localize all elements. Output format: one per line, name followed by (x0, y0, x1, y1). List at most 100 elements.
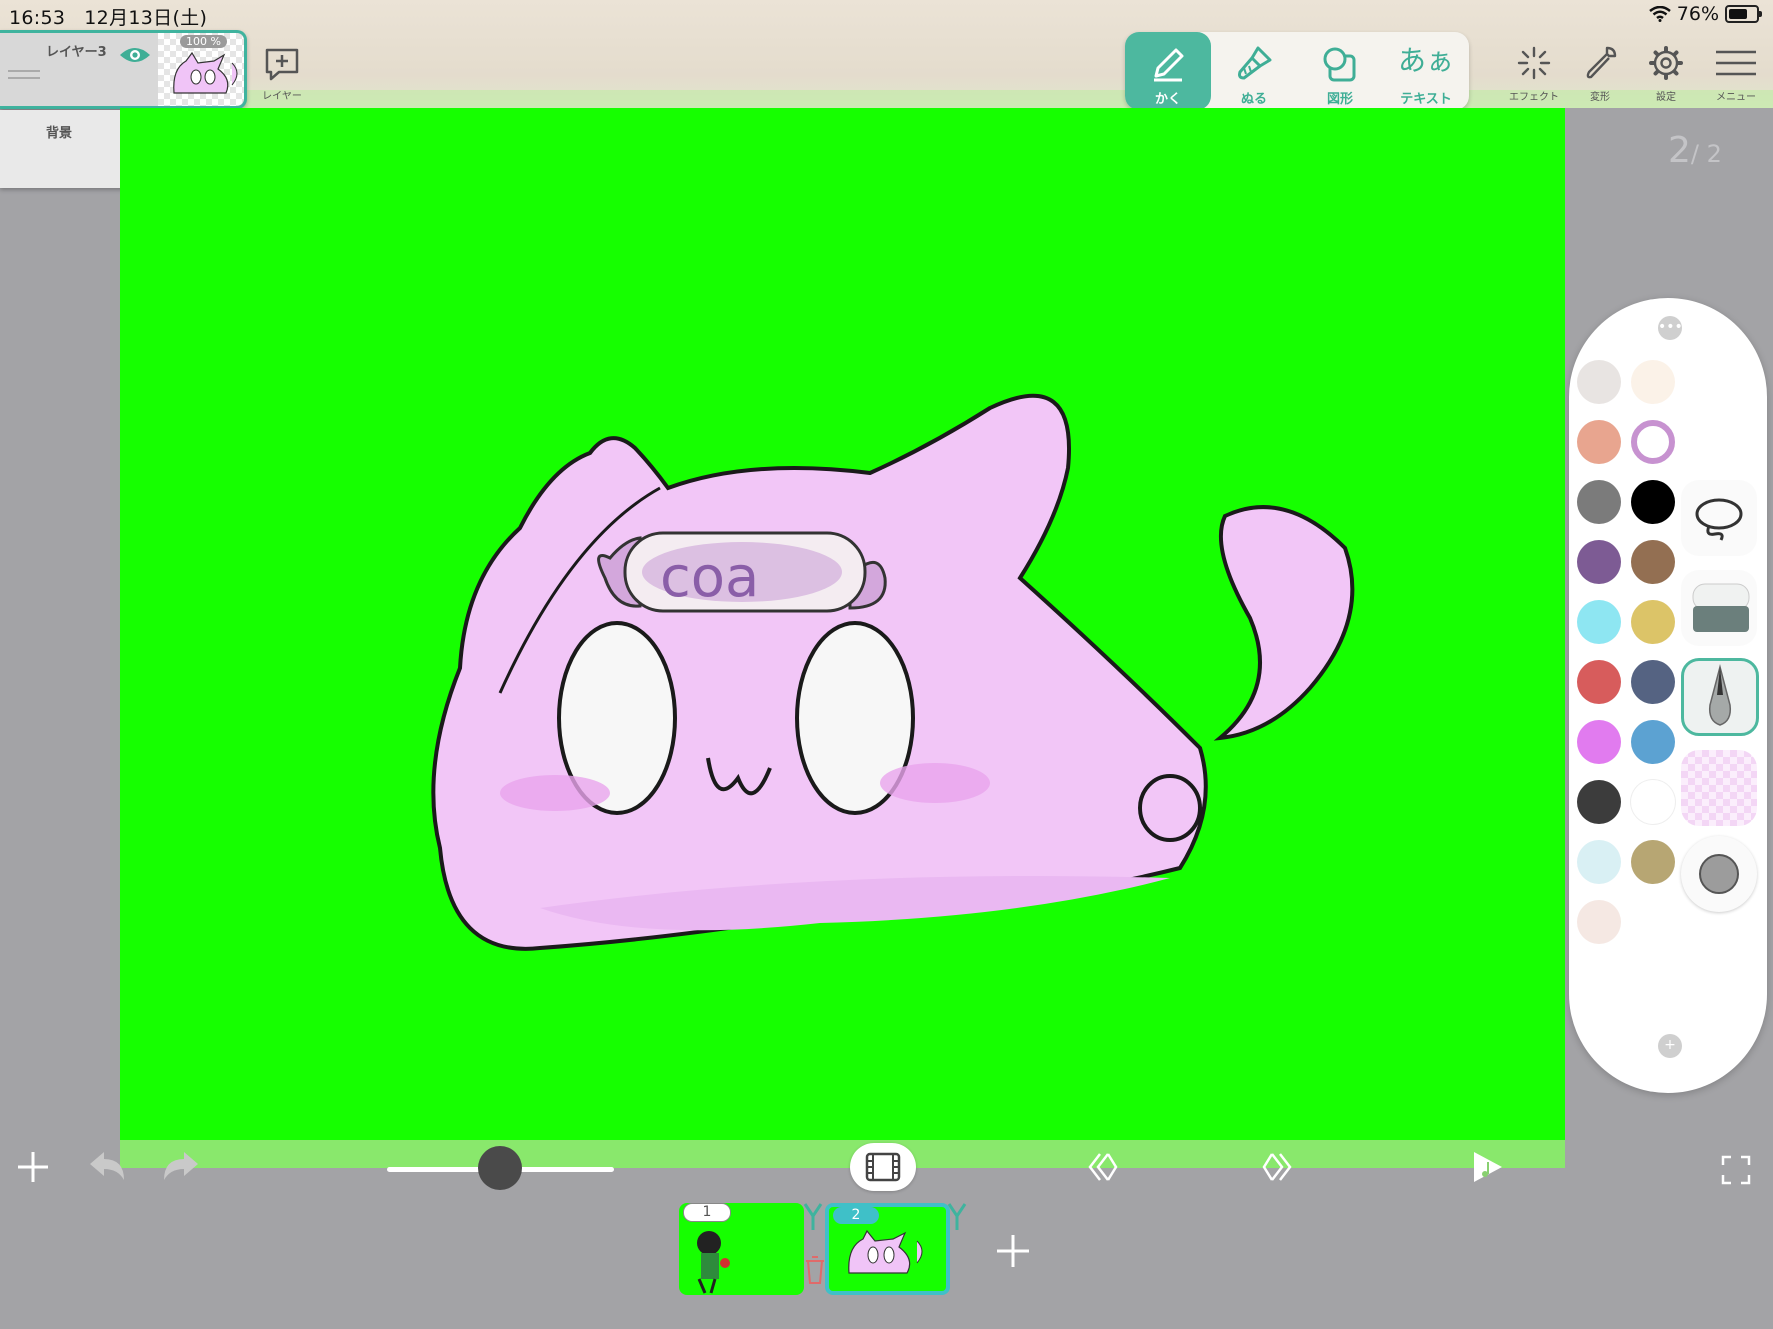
transform-label: 変形 (1590, 92, 1610, 103)
fullscreen-button[interactable] (1720, 1150, 1752, 1196)
page-total: 2 (1706, 140, 1722, 168)
zoom-slider-knob[interactable] (478, 1146, 522, 1190)
add-layer-button[interactable]: レイヤー (262, 46, 302, 102)
tool-shapes[interactable]: 図形 (1297, 32, 1383, 110)
brush-size-tool[interactable] (1681, 836, 1757, 912)
tool-draw[interactable]: かく (1125, 32, 1211, 110)
play-button[interactable] (1470, 1148, 1506, 1196)
color-swatch[interactable] (1577, 360, 1621, 404)
pencil-icon (1154, 48, 1184, 82)
gray-dot-icon (1699, 854, 1739, 894)
redo-button[interactable] (160, 1148, 202, 1196)
color-swatch[interactable] (1631, 600, 1675, 644)
add-button[interactable] (14, 1148, 52, 1196)
color-swatch[interactable] (1577, 900, 1621, 944)
frame-number: 1 (683, 1203, 731, 1222)
undo-button[interactable] (86, 1148, 128, 1196)
color-swatch[interactable] (1631, 720, 1675, 764)
color-swatch[interactable] (1577, 660, 1621, 704)
text-icon: あぁ (1397, 44, 1454, 77)
color-swatch[interactable] (1631, 540, 1675, 584)
plus-icon (997, 1235, 1029, 1267)
frame-marker-left (803, 1196, 823, 1242)
delete-frame-button[interactable] (803, 1250, 827, 1296)
transform-button[interactable]: 変形 (1570, 44, 1630, 103)
frame-thumbnail-2[interactable]: 2 (825, 1203, 950, 1295)
color-swatch[interactable] (1577, 420, 1621, 464)
add-frame-button[interactable] (993, 1228, 1033, 1282)
frame-marker-icon (947, 1203, 967, 1230)
eye-icon[interactable] (118, 45, 152, 65)
film-icon (865, 1152, 901, 1182)
status-date: 12月13日(土) (84, 7, 208, 29)
color-swatch[interactable] (1577, 600, 1621, 644)
texture-tool[interactable] (1681, 750, 1757, 826)
color-swatch[interactable] (1577, 480, 1621, 524)
color-swatch[interactable] (1631, 840, 1675, 884)
wifi-icon (1648, 6, 1671, 22)
frame-thumbnail-1[interactable]: 1 (679, 1203, 804, 1295)
layer-row-layer3[interactable]: レイヤー3 100 % (0, 30, 247, 109)
color-swatch[interactable] (1631, 660, 1675, 704)
eraser-icon (1692, 583, 1750, 632)
tool-text[interactable]: あぁ テキスト (1383, 32, 1469, 110)
lasso-icon (1695, 498, 1743, 541)
menu-button[interactable]: メニュー (1706, 44, 1766, 103)
color-swatch[interactable] (1577, 780, 1621, 824)
wrench-icon (1586, 46, 1617, 79)
redo-icon (164, 1152, 198, 1180)
drawing-canvas[interactable]: coa (120, 108, 1565, 1168)
frame-marker-icon (803, 1203, 823, 1230)
bottom-controls-tint (120, 1140, 1565, 1168)
layer-name: 背景 (46, 126, 73, 141)
tool-label: テキスト (1400, 92, 1452, 107)
headband-text: coa (660, 545, 759, 610)
color-swatch[interactable] (1631, 360, 1675, 404)
layer-thumbnail[interactable]: 100 % (158, 33, 244, 106)
tool-label: 図形 (1326, 92, 1353, 107)
add-layer-label: レイヤー (262, 91, 302, 102)
color-swatch[interactable] (1577, 720, 1621, 764)
opacity-badge: 100 % (180, 35, 227, 48)
brush-icon (1238, 46, 1272, 80)
add-color-icon[interactable]: + (1658, 1034, 1682, 1058)
effects-label: エフェクト (1509, 92, 1559, 103)
color-palette: ••• + (1569, 298, 1767, 1093)
previous-frame-icon (1088, 1153, 1118, 1181)
layer-name: レイヤー3 (46, 45, 107, 60)
effects-button[interactable]: エフェクト (1504, 44, 1564, 103)
status-bar-time: 16:53 12月13日(土) (9, 3, 207, 30)
drawing-artwork: coa (431, 393, 1355, 951)
tool-fill[interactable]: ぬる (1211, 32, 1297, 110)
lasso-tool[interactable] (1681, 480, 1757, 556)
battery-icon (1725, 5, 1762, 23)
drag-handle-icon[interactable] (8, 65, 40, 84)
menu-label: メニュー (1716, 92, 1756, 103)
selected-color-swatch[interactable] (1631, 420, 1675, 464)
previous-frame-button[interactable] (1086, 1148, 1120, 1194)
color-swatch[interactable] (1631, 780, 1675, 824)
page-current: 2 (1668, 130, 1691, 171)
sparkle-icon (1517, 46, 1551, 80)
color-swatch[interactable] (1577, 840, 1621, 884)
tool-label: かく (1154, 92, 1181, 107)
next-frame-button[interactable] (1260, 1148, 1294, 1194)
settings-label: 設定 (1656, 92, 1676, 103)
page-indicator: 2/ 2 (1668, 130, 1722, 171)
trash-icon (806, 1256, 824, 1284)
hamburger-icon (1716, 50, 1756, 76)
pen-icon (1708, 664, 1732, 726)
frame-number: 2 (833, 1207, 879, 1224)
gear-icon (1649, 46, 1683, 80)
film-button[interactable] (850, 1143, 916, 1191)
next-frame-icon (1262, 1153, 1292, 1181)
color-swatch[interactable] (1577, 540, 1621, 584)
tool-label: ぬる (1240, 92, 1267, 107)
play-icon (1474, 1152, 1502, 1182)
battery-percent: 76% (1676, 3, 1719, 25)
palette-more-icon[interactable]: ••• (1658, 316, 1683, 340)
settings-button[interactable]: 設定 (1636, 44, 1696, 103)
color-swatch[interactable] (1631, 480, 1675, 524)
eraser-tool[interactable] (1681, 570, 1757, 646)
pen-tool[interactable] (1681, 658, 1759, 736)
